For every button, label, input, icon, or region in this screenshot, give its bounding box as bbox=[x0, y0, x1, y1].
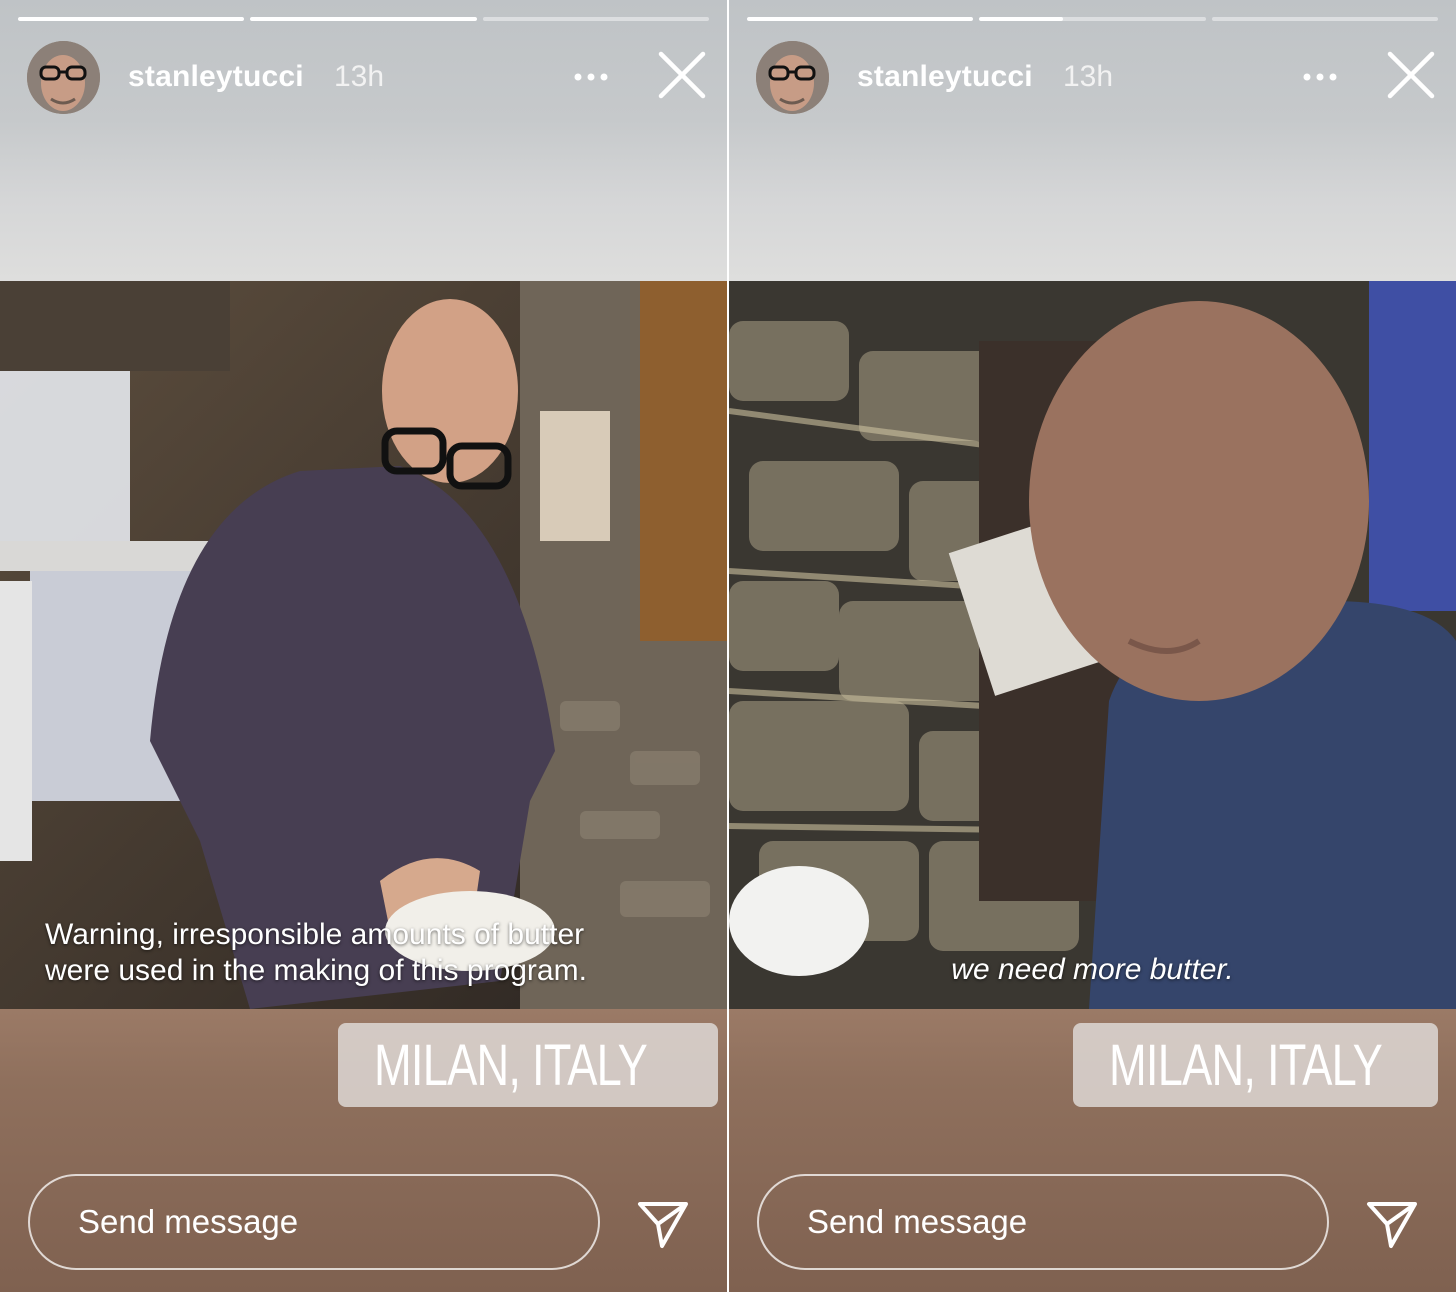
location-sticker[interactable]: MILAN, ITALY bbox=[338, 1023, 718, 1107]
post-time: 13h bbox=[334, 60, 385, 93]
subtitle-caption: we need more butter. bbox=[729, 953, 1456, 987]
more-options-button[interactable] bbox=[1301, 62, 1341, 92]
send-button[interactable] bbox=[636, 1196, 690, 1250]
more-options-button[interactable] bbox=[572, 62, 612, 92]
progress-segment bbox=[18, 17, 245, 21]
message-placeholder: Send message bbox=[78, 1203, 299, 1240]
close-button[interactable] bbox=[1384, 48, 1438, 102]
story-progress-bars bbox=[18, 17, 709, 22]
progress-segment bbox=[1211, 17, 1438, 21]
story-video-frame[interactable]: we need more butter. bbox=[729, 281, 1456, 1009]
caption-line: were used in the making of this program. bbox=[45, 954, 587, 987]
close-icon bbox=[658, 51, 706, 99]
caption-line: we need more butter. bbox=[951, 953, 1234, 986]
post-time: 13h bbox=[1063, 60, 1114, 93]
username[interactable]: stanleytucci bbox=[128, 60, 304, 94]
subtitle-caption: Warning, irresponsible amounts of butter… bbox=[45, 917, 707, 989]
progress-segment bbox=[482, 17, 709, 21]
progress-segment bbox=[979, 17, 1206, 21]
story-panel-right[interactable]: stanleytucci 13h we need more butter. MI… bbox=[729, 0, 1456, 1292]
story-video-frame[interactable]: Warning, irresponsible amounts of butter… bbox=[0, 281, 727, 1009]
send-message-input[interactable]: Send message bbox=[28, 1174, 600, 1270]
send-message-input[interactable]: Send message bbox=[757, 1174, 1329, 1270]
location-sticker[interactable]: MILAN, ITALY bbox=[1073, 1023, 1438, 1107]
story-panel-left[interactable]: stanleytucci 13h Warning, irresponsible … bbox=[0, 0, 727, 1292]
send-icon bbox=[1367, 1202, 1417, 1248]
message-placeholder: Send message bbox=[807, 1203, 1028, 1240]
close-icon bbox=[1387, 51, 1435, 99]
location-label: MILAN, ITALY bbox=[1109, 1032, 1383, 1098]
caption-line: Warning, irresponsible amounts of butter bbox=[45, 918, 585, 951]
avatar[interactable] bbox=[756, 41, 829, 114]
video-still-image bbox=[0, 281, 727, 1009]
more-horizontal-icon bbox=[1303, 73, 1337, 81]
username[interactable]: stanleytucci bbox=[857, 60, 1033, 94]
story-header: stanleytucci 13h bbox=[27, 38, 707, 116]
story-progress-bars bbox=[747, 17, 1438, 22]
progress-segment bbox=[250, 17, 477, 21]
story-header: stanleytucci 13h bbox=[756, 38, 1436, 116]
video-still-image bbox=[729, 281, 1456, 1009]
avatar[interactable] bbox=[27, 41, 100, 114]
location-label: MILAN, ITALY bbox=[374, 1032, 648, 1098]
send-icon bbox=[638, 1202, 688, 1248]
close-button[interactable] bbox=[655, 48, 709, 102]
more-horizontal-icon bbox=[574, 73, 608, 81]
progress-segment bbox=[747, 17, 974, 21]
send-button[interactable] bbox=[1365, 1196, 1419, 1250]
